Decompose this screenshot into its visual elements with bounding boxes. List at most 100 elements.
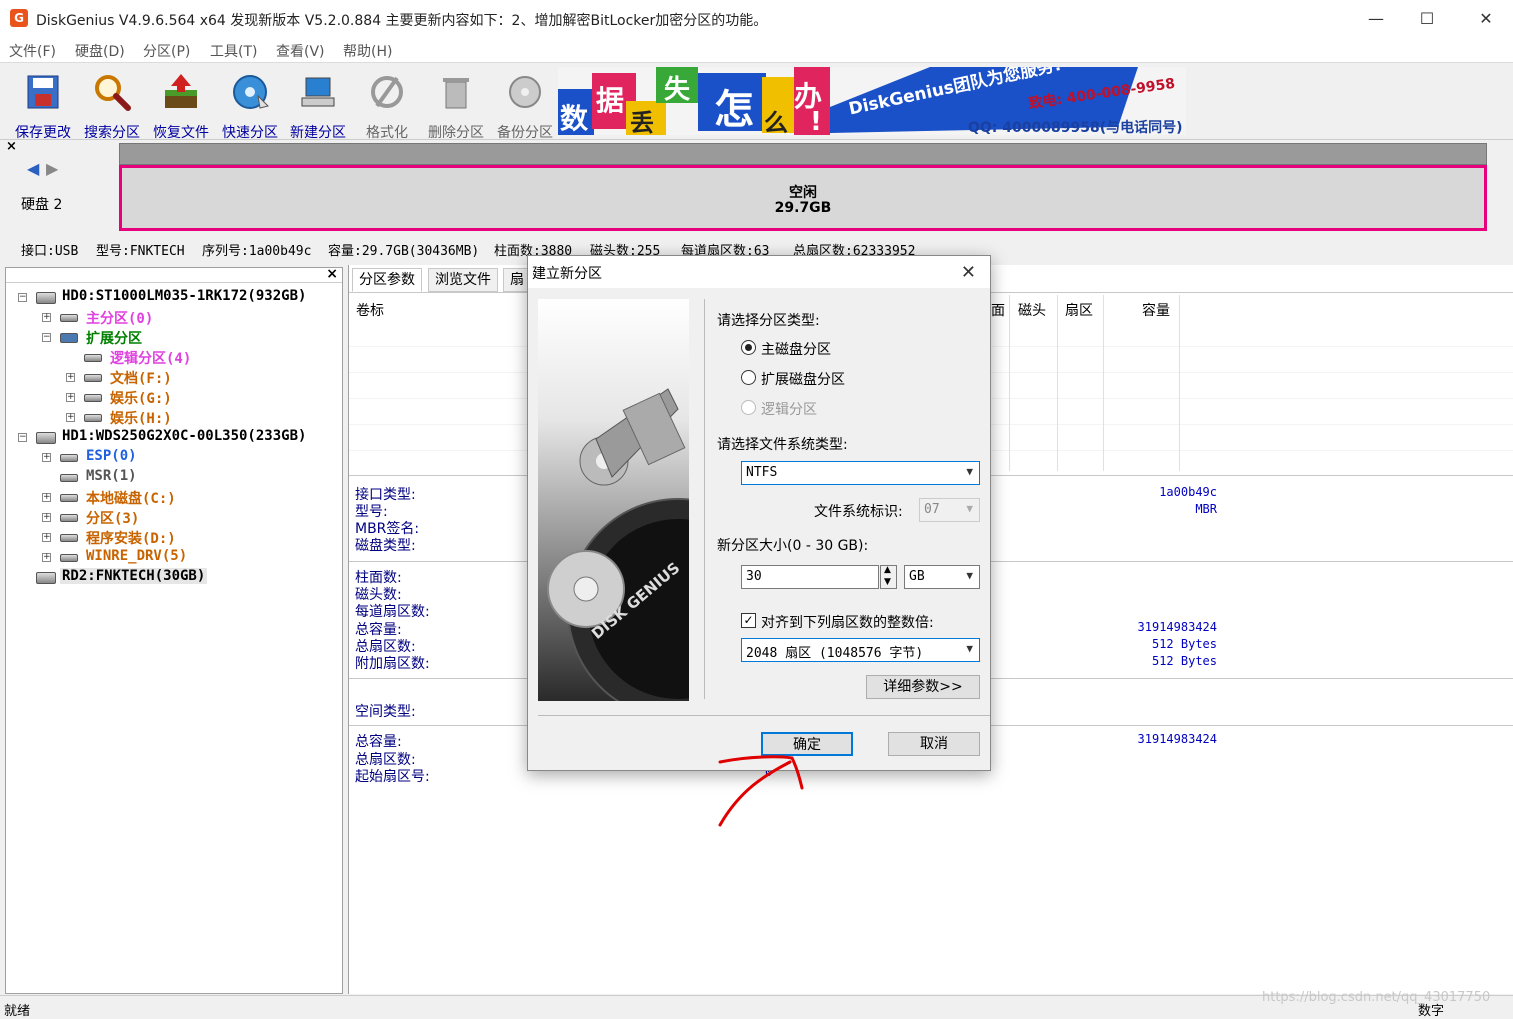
align-label[interactable]: 对齐到下列扇区数的整数倍: xyxy=(761,612,934,632)
col-head[interactable]: 磁头 xyxy=(1018,300,1046,320)
new-partition-icon xyxy=(301,77,335,107)
radio-primary-label[interactable]: 主磁盘分区 xyxy=(761,339,831,359)
recover-files-button[interactable]: 恢复文件 xyxy=(148,70,214,141)
tree-expander[interactable]: + xyxy=(42,493,51,502)
save-changes-label: 保存更改 xyxy=(15,125,71,141)
tree-node-logical[interactable]: 逻辑分区(4) xyxy=(110,348,191,368)
menu-help[interactable]: 帮助(H) xyxy=(343,41,392,61)
fs-id-select[interactable]: 07 ▼ xyxy=(919,498,980,522)
tree-expander[interactable]: + xyxy=(42,513,51,522)
cancel-button[interactable]: 取消 xyxy=(888,732,980,756)
tree-expander[interactable]: + xyxy=(66,413,75,422)
value-serial: 1a00b49c xyxy=(1159,485,1217,499)
menu-view[interactable]: 查看(V) xyxy=(276,41,325,61)
delete-icon xyxy=(443,78,469,109)
partition-icon xyxy=(60,474,78,482)
tree-expander[interactable]: − xyxy=(42,333,51,342)
tree-node-rd2[interactable]: RD2:FNKTECH(30GB) xyxy=(60,568,208,584)
tree-node-winre[interactable]: WINRE_DRV(5) xyxy=(86,548,187,564)
tree-node-msr[interactable]: MSR(1) xyxy=(86,468,137,484)
fs-type-select[interactable]: NTFS ▼ xyxy=(741,461,980,485)
dialog-close-button[interactable]: ✕ xyxy=(961,262,976,283)
quick-partition-button[interactable]: 快速分区 xyxy=(217,70,283,141)
tree-expander[interactable]: + xyxy=(42,453,51,462)
tree-node-primary[interactable]: 主分区(0) xyxy=(86,308,153,328)
tree-node-part3[interactable]: 分区(3) xyxy=(86,508,139,528)
detail-params-button[interactable]: 详细参数>> xyxy=(866,675,980,699)
align-checkbox[interactable]: ✓ xyxy=(741,613,756,628)
menu-tools[interactable]: 工具(T) xyxy=(210,41,257,61)
col-face[interactable]: 面 xyxy=(991,300,1005,320)
radio-logical[interactable] xyxy=(741,400,756,415)
tree-expander[interactable]: + xyxy=(42,533,51,542)
save-changes-button[interactable]: 保存更改 xyxy=(10,70,76,141)
fs-id-label: 文件系统标识: xyxy=(814,504,903,520)
menu-disk[interactable]: 硬盘(D) xyxy=(75,41,125,61)
tree-node-c[interactable]: 本地磁盘(C:) xyxy=(86,488,176,508)
label-free-total-capacity: 总容量: xyxy=(355,734,402,750)
tree-node-hd1[interactable]: HD1:WDS250G2X0C-00L350(233GB) xyxy=(62,428,306,444)
tree-node-hd0[interactable]: HD0:ST1000LM035-1RK172(932GB) xyxy=(62,288,306,304)
tree-node-d[interactable]: 程序安装(D:) xyxy=(86,528,176,548)
banner-qq: QQ: 4000089958(与电话同号) xyxy=(968,120,1183,135)
col-sector[interactable]: 扇区 xyxy=(1065,300,1093,320)
hard-drive-graphic xyxy=(547,388,789,720)
banner-char: 么 xyxy=(764,109,788,135)
radio-extended[interactable] xyxy=(741,370,756,385)
hard-drive-image: DISK GENIUS xyxy=(538,299,789,720)
tree-node-extended[interactable]: 扩展分区 xyxy=(86,328,142,348)
size-unit-select[interactable]: GB ▼ xyxy=(904,565,980,589)
tab-partition-params[interactable]: 分区参数 xyxy=(352,268,422,292)
menu-partition[interactable]: 分区(P) xyxy=(143,41,190,61)
chevron-down-icon: ▼ xyxy=(966,502,973,515)
close-button[interactable]: ✕ xyxy=(1474,8,1498,30)
size-input[interactable]: 30 xyxy=(741,565,879,589)
maximize-button[interactable]: ☐ xyxy=(1415,8,1439,30)
radio-extended-label[interactable]: 扩展磁盘分区 xyxy=(761,369,845,389)
radio-primary[interactable] xyxy=(741,340,756,355)
chevron-down-icon: ▼ xyxy=(966,642,973,655)
tree-expander[interactable]: − xyxy=(18,293,27,302)
ad-banner[interactable]: 数 据 丢 失 怎 么 办 ! DiskGenius团队为您服务! 致电: 40… xyxy=(558,67,1186,135)
backup-partition-button[interactable]: 备份分区 xyxy=(492,70,558,141)
tree-node-esp[interactable]: ESP(0) xyxy=(86,448,137,464)
tab-browse-files[interactable]: 浏览文件 xyxy=(428,268,498,292)
column-divider xyxy=(1179,295,1180,471)
tree-expander[interactable]: + xyxy=(42,553,51,562)
free-space-block[interactable]: 空闲 29.7GB xyxy=(119,165,1487,231)
new-partition-dialog: 建立新分区 ✕ DISK GENIUS 请选择分区类型: 主磁盘分区 扩展磁盘分… xyxy=(527,255,991,771)
delete-partition-button[interactable]: 删除分区 xyxy=(423,70,489,141)
new-partition-button[interactable]: 新建分区 xyxy=(285,70,351,141)
radio-logical-label[interactable]: 逻辑分区 xyxy=(761,399,817,419)
next-disk-icon[interactable]: ▶ xyxy=(46,159,58,178)
value-physical-sector-size: 512 Bytes xyxy=(1151,654,1217,668)
minimize-button[interactable]: — xyxy=(1364,8,1388,30)
prev-disk-icon[interactable]: ◀ xyxy=(27,159,39,178)
chevron-down-icon[interactable]: ▼ xyxy=(884,577,891,587)
tree-expander[interactable]: + xyxy=(66,393,75,402)
banner-char: 失 xyxy=(664,75,691,105)
dialog-title-bar: 建立新分区 ✕ xyxy=(528,256,990,288)
col-capacity[interactable]: 容量 xyxy=(1142,300,1170,320)
diskmap-close-icon[interactable]: × xyxy=(6,139,17,154)
tree-expander[interactable]: − xyxy=(18,433,27,442)
size-stepper[interactable]: ▲ ▼ xyxy=(880,565,897,589)
chevron-up-icon[interactable]: ▲ xyxy=(884,565,891,575)
tree-node-ent-h[interactable]: 娱乐(H:) xyxy=(110,408,172,428)
menu-file[interactable]: 文件(F) xyxy=(9,41,56,61)
col-volume-label[interactable]: 卷标 xyxy=(356,300,384,320)
tree-expander[interactable]: + xyxy=(42,313,51,322)
disk-tree-panel: × − HD0:ST1000LM035-1RK172(932GB) + 主分区(… xyxy=(5,266,343,994)
tree-expander[interactable]: + xyxy=(66,373,75,382)
tree-close-icon[interactable]: × xyxy=(326,266,338,282)
search-partition-button[interactable]: 搜索分区 xyxy=(79,70,145,141)
size-input-value: 30 xyxy=(746,569,762,584)
usb-disk-icon xyxy=(36,572,56,584)
new-partition-label: 新建分区 xyxy=(290,125,346,141)
format-button[interactable]: 格式化 xyxy=(354,70,420,141)
tree-node-docs[interactable]: 文档(F:) xyxy=(110,368,172,388)
annotation-arrow xyxy=(718,755,804,827)
tree-node-ent-g[interactable]: 娱乐(G:) xyxy=(110,388,172,408)
status-bar: 就绪 https://blog.csdn.net/qq_43017750 数字 xyxy=(0,990,1513,1019)
align-select[interactable]: 2048 扇区 (1048576 字节) ▼ xyxy=(741,638,980,662)
